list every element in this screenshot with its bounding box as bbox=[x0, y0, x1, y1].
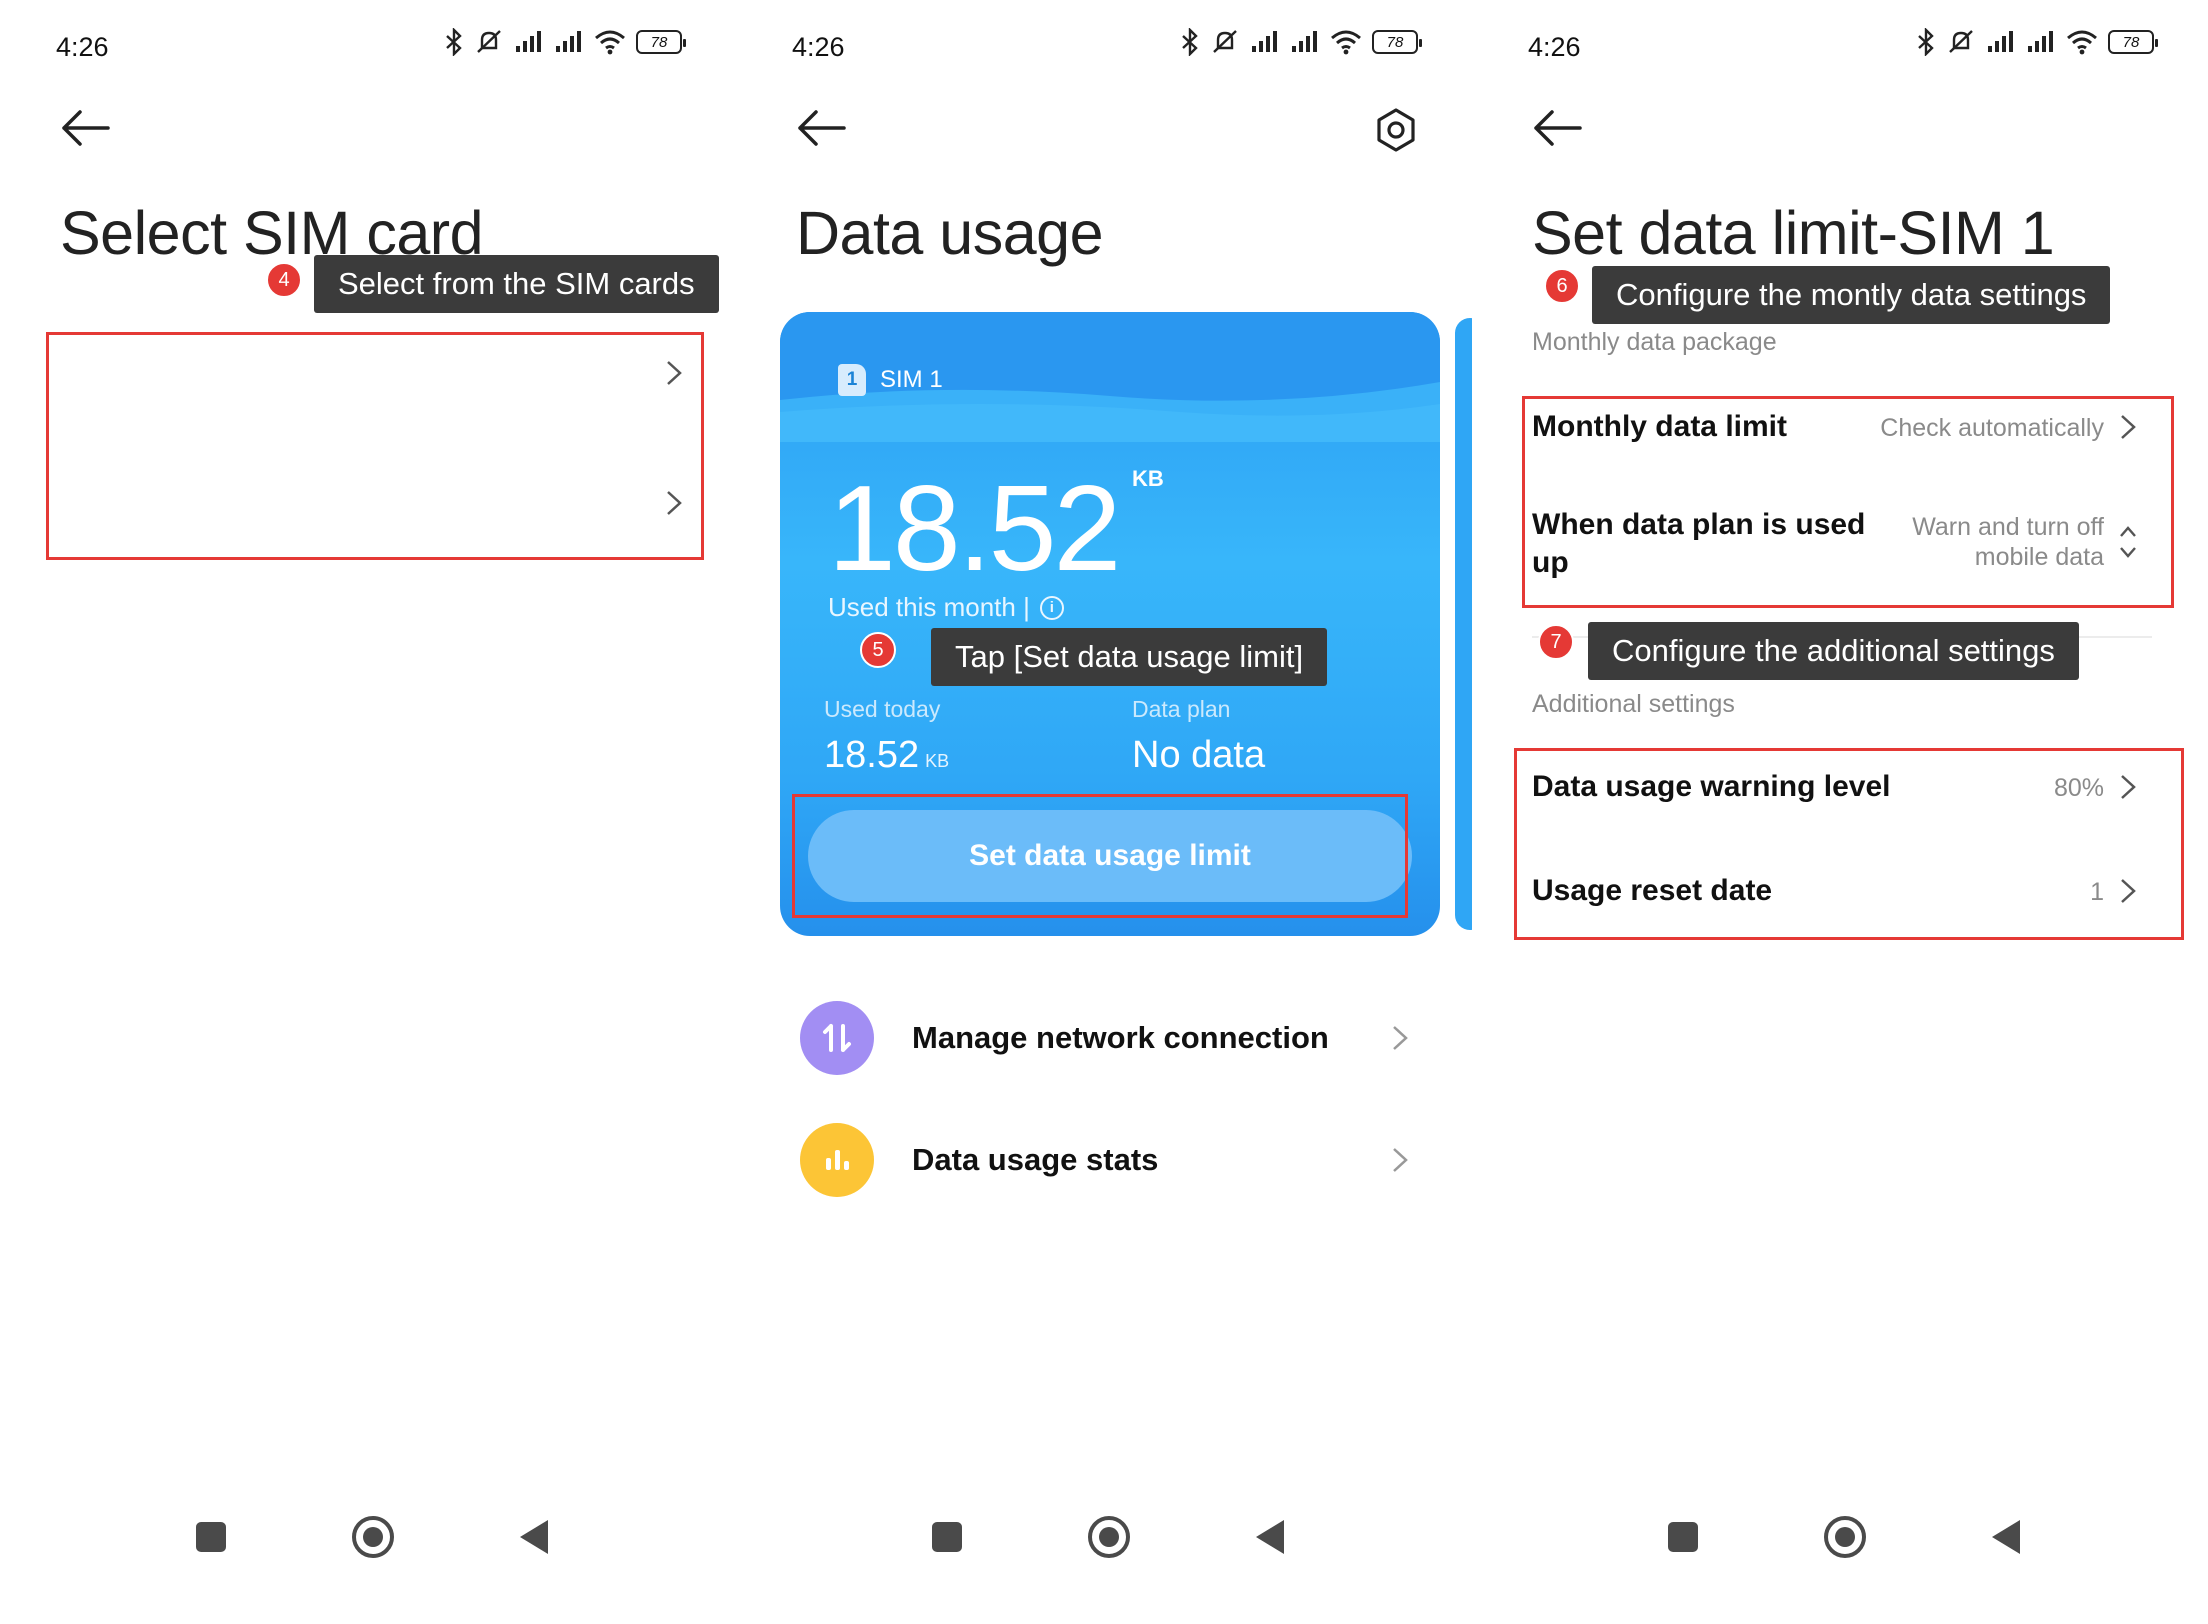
bluetooth-icon bbox=[1182, 28, 1198, 56]
settings-gear-icon[interactable] bbox=[1372, 106, 1420, 154]
chevron-right-icon bbox=[2121, 415, 2136, 439]
status-time: 4:26 bbox=[1528, 32, 1581, 62]
list-item-label: Manage network connection bbox=[912, 1020, 1329, 1055]
sim-card-row-1[interactable] bbox=[50, 320, 700, 430]
recent-apps-button[interactable] bbox=[932, 1522, 962, 1552]
info-icon[interactable]: i bbox=[1039, 595, 1064, 620]
battery-icon: 78 bbox=[636, 30, 686, 54]
back-arrow-icon[interactable] bbox=[58, 104, 114, 152]
chevron-right-icon bbox=[667, 491, 682, 515]
recent-apps-button[interactable] bbox=[1668, 1522, 1698, 1552]
wifi-icon bbox=[595, 30, 625, 55]
select-sim-screen: 4:26 78 Select SIM card 4 Select from th… bbox=[0, 0, 736, 1624]
chevron-right-icon bbox=[667, 361, 682, 385]
home-button[interactable] bbox=[352, 1516, 394, 1558]
mute-icon bbox=[1949, 30, 1973, 53]
usage-reset-date-value: 1 bbox=[2090, 878, 2104, 906]
data-plan-used-up-row[interactable]: When data plan is used up Warn and turn o… bbox=[1532, 502, 2152, 592]
section-label-monthly: Monthly data package bbox=[1532, 328, 1777, 356]
chevron-up-down-icon bbox=[2120, 526, 2136, 558]
status-icons: 78 bbox=[444, 28, 686, 56]
signal-2-icon bbox=[1292, 31, 1317, 52]
nav-back-button[interactable] bbox=[1992, 1520, 2020, 1554]
status-icons: 78 bbox=[1916, 28, 2158, 56]
data-usage-screen: 4:26 78 Data usage 1 SIM 1 18.52 KB Used… bbox=[736, 0, 1472, 1624]
step-badge-4: 4 bbox=[266, 262, 302, 298]
section-label-additional: Additional settings bbox=[1532, 690, 1735, 718]
bluetooth-icon bbox=[446, 28, 462, 56]
set-data-limit-screen: 4:26 78 Set data limit-SIM 1 6 Configure… bbox=[1472, 0, 2208, 1624]
network-arrows-icon bbox=[800, 1001, 874, 1075]
highlight-box bbox=[792, 794, 1408, 918]
page-title: Set data limit-SIM 1 bbox=[1532, 199, 2055, 267]
monthly-data-limit-value: Check automatically bbox=[1880, 414, 2104, 442]
instruction-tooltip: Select from the SIM cards bbox=[314, 255, 719, 313]
mute-icon bbox=[1213, 30, 1237, 53]
usage-reset-date-row[interactable]: Usage reset date 1 bbox=[1532, 864, 2152, 934]
signal-2-icon bbox=[2028, 31, 2053, 52]
step-badge-6: 6 bbox=[1544, 268, 1580, 304]
back-arrow-icon[interactable] bbox=[794, 104, 850, 152]
nav-back-button[interactable] bbox=[1256, 1520, 1284, 1554]
sim-tab[interactable]: 1 SIM 1 bbox=[838, 364, 943, 396]
chevron-right-icon bbox=[1393, 1148, 1408, 1172]
instruction-tooltip: Tap [Set data usage limit] bbox=[931, 628, 1328, 686]
instruction-tooltip: Configure the montly data settings bbox=[1592, 266, 2111, 324]
data-plan-used-up-label: When data plan is used up bbox=[1532, 508, 1866, 579]
chevron-right-icon bbox=[2121, 879, 2136, 903]
list-item-label: Data usage stats bbox=[912, 1142, 1159, 1177]
data-usage-warning-level-row[interactable]: Data usage warning level 80% bbox=[1532, 760, 2152, 830]
used-this-month-unit: KB bbox=[1132, 466, 1164, 491]
navigation-bar bbox=[0, 1494, 736, 1624]
data-plan-value: No data bbox=[1132, 734, 1266, 776]
home-button[interactable] bbox=[1088, 1516, 1130, 1558]
home-button[interactable] bbox=[1824, 1516, 1866, 1558]
status-time: 4:26 bbox=[792, 32, 845, 62]
used-this-month-row: Used this month | i bbox=[828, 592, 1064, 623]
signal-1-icon bbox=[516, 31, 541, 52]
signal-1-icon bbox=[1252, 31, 1277, 52]
step-badge-5: 5 bbox=[860, 632, 896, 668]
used-today-label: Used today bbox=[824, 696, 941, 722]
mute-icon bbox=[477, 30, 501, 53]
sim-tab-label: SIM 1 bbox=[880, 366, 943, 393]
monthly-data-limit-row[interactable]: Monthly data limit Check automatically bbox=[1532, 404, 2152, 474]
status-time: 4:26 bbox=[56, 32, 109, 62]
recent-apps-button[interactable] bbox=[196, 1522, 226, 1552]
usage-reset-date-label: Usage reset date bbox=[1532, 874, 1773, 907]
signal-2-icon bbox=[556, 31, 581, 52]
sim-chip-icon: 1 bbox=[838, 364, 866, 396]
status-icons: 78 bbox=[1180, 28, 1422, 56]
chevron-right-icon bbox=[2121, 775, 2136, 799]
used-today-value: 18.52 KB bbox=[824, 734, 950, 776]
monthly-data-limit-label: Monthly data limit bbox=[1532, 410, 1787, 443]
data-usage-warning-level-label: Data usage warning level bbox=[1532, 770, 1891, 803]
data-plan-label: Data plan bbox=[1132, 696, 1231, 722]
bluetooth-icon bbox=[1918, 28, 1934, 56]
navigation-bar bbox=[736, 1494, 1472, 1624]
bar-chart-icon bbox=[800, 1123, 874, 1197]
list-item-manage-network[interactable]: Manage network connection bbox=[800, 990, 1420, 1086]
sim-card-row-2[interactable] bbox=[50, 450, 700, 560]
data-usage-warning-level-value: 80% bbox=[2053, 774, 2104, 802]
nav-back-button[interactable] bbox=[520, 1520, 548, 1554]
battery-icon: 78 bbox=[1372, 30, 1422, 54]
signal-1-icon bbox=[1988, 31, 2013, 52]
used-this-month-label: Used this month | bbox=[828, 592, 1030, 622]
battery-icon: 78 bbox=[2108, 30, 2158, 54]
data-plan-used-up-value: Warn and turn off mobile data bbox=[1912, 513, 2104, 571]
wifi-icon bbox=[1331, 30, 1361, 55]
chevron-right-icon bbox=[1393, 1026, 1408, 1050]
step-badge-7: 7 bbox=[1538, 624, 1574, 660]
back-arrow-icon[interactable] bbox=[1530, 104, 1586, 152]
next-sim-card-peek[interactable] bbox=[1455, 318, 1472, 930]
navigation-bar bbox=[1472, 1494, 2208, 1624]
list-item-data-usage-stats[interactable]: Data usage stats bbox=[800, 1112, 1420, 1208]
instruction-tooltip: Configure the additional settings bbox=[1588, 622, 2079, 680]
used-this-month-value: 18.52 bbox=[828, 460, 1121, 596]
wifi-icon bbox=[2067, 30, 2097, 55]
page-title: Data usage bbox=[796, 199, 1104, 267]
